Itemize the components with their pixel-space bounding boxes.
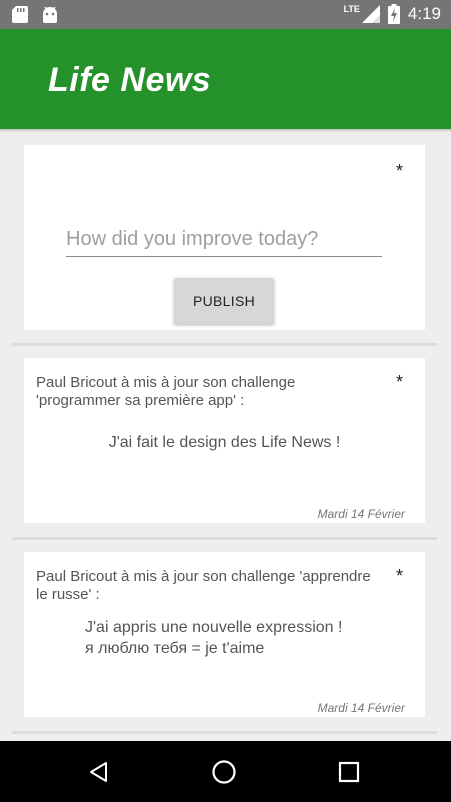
news-card[interactable]: * Paul Bricout à mis à jour son challeng…	[24, 552, 425, 717]
app-bar-shadow	[0, 129, 451, 132]
divider	[12, 537, 437, 540]
status-bar: LTE 4:19	[0, 0, 451, 29]
divider	[12, 731, 437, 734]
post-header: Paul Bricout à mis à jour son challenge …	[36, 568, 371, 603]
app-title: Life News	[48, 61, 212, 99]
post-body: J'ai appris une nouvelle expression ! я …	[24, 617, 425, 659]
compose-card: * PUBLISH	[24, 145, 425, 330]
network-type-label: LTE	[343, 4, 360, 14]
post-body-line: J'ai appris une nouvelle expression !	[85, 619, 343, 636]
app-bar: Life News	[0, 29, 451, 129]
home-button[interactable]	[207, 755, 241, 789]
publish-button[interactable]: PUBLISH	[174, 278, 274, 324]
recents-button[interactable]	[332, 755, 366, 789]
sd-card-icon	[12, 6, 28, 23]
post-body: J'ai fait le design des Life News !	[24, 432, 425, 453]
signal-icon	[361, 5, 380, 23]
post-date: Mardi 14 Février	[317, 701, 405, 715]
divider	[12, 343, 437, 346]
news-card[interactable]: * Paul Bricout à mis à jour son challeng…	[24, 358, 425, 523]
back-button[interactable]	[82, 755, 116, 789]
post-date: Mardi 14 Février	[317, 507, 405, 521]
post-body-line: J'ai fait le design des Life News !	[108, 434, 341, 451]
battery-charging-icon	[387, 4, 400, 24]
improvement-input[interactable]	[66, 225, 382, 257]
post-star[interactable]: *	[396, 566, 403, 587]
post-header: Paul Bricout à mis à jour son challenge …	[36, 374, 296, 409]
navigation-bar	[0, 741, 451, 802]
recents-icon	[338, 761, 360, 783]
home-icon	[212, 760, 236, 784]
android-icon	[43, 6, 57, 23]
post-body-line: я люблю тебя = je t'aime	[85, 640, 265, 657]
clock: 4:19	[407, 4, 441, 23]
post-star[interactable]: *	[396, 372, 403, 393]
compose-star[interactable]: *	[396, 161, 403, 182]
back-icon	[90, 762, 107, 782]
